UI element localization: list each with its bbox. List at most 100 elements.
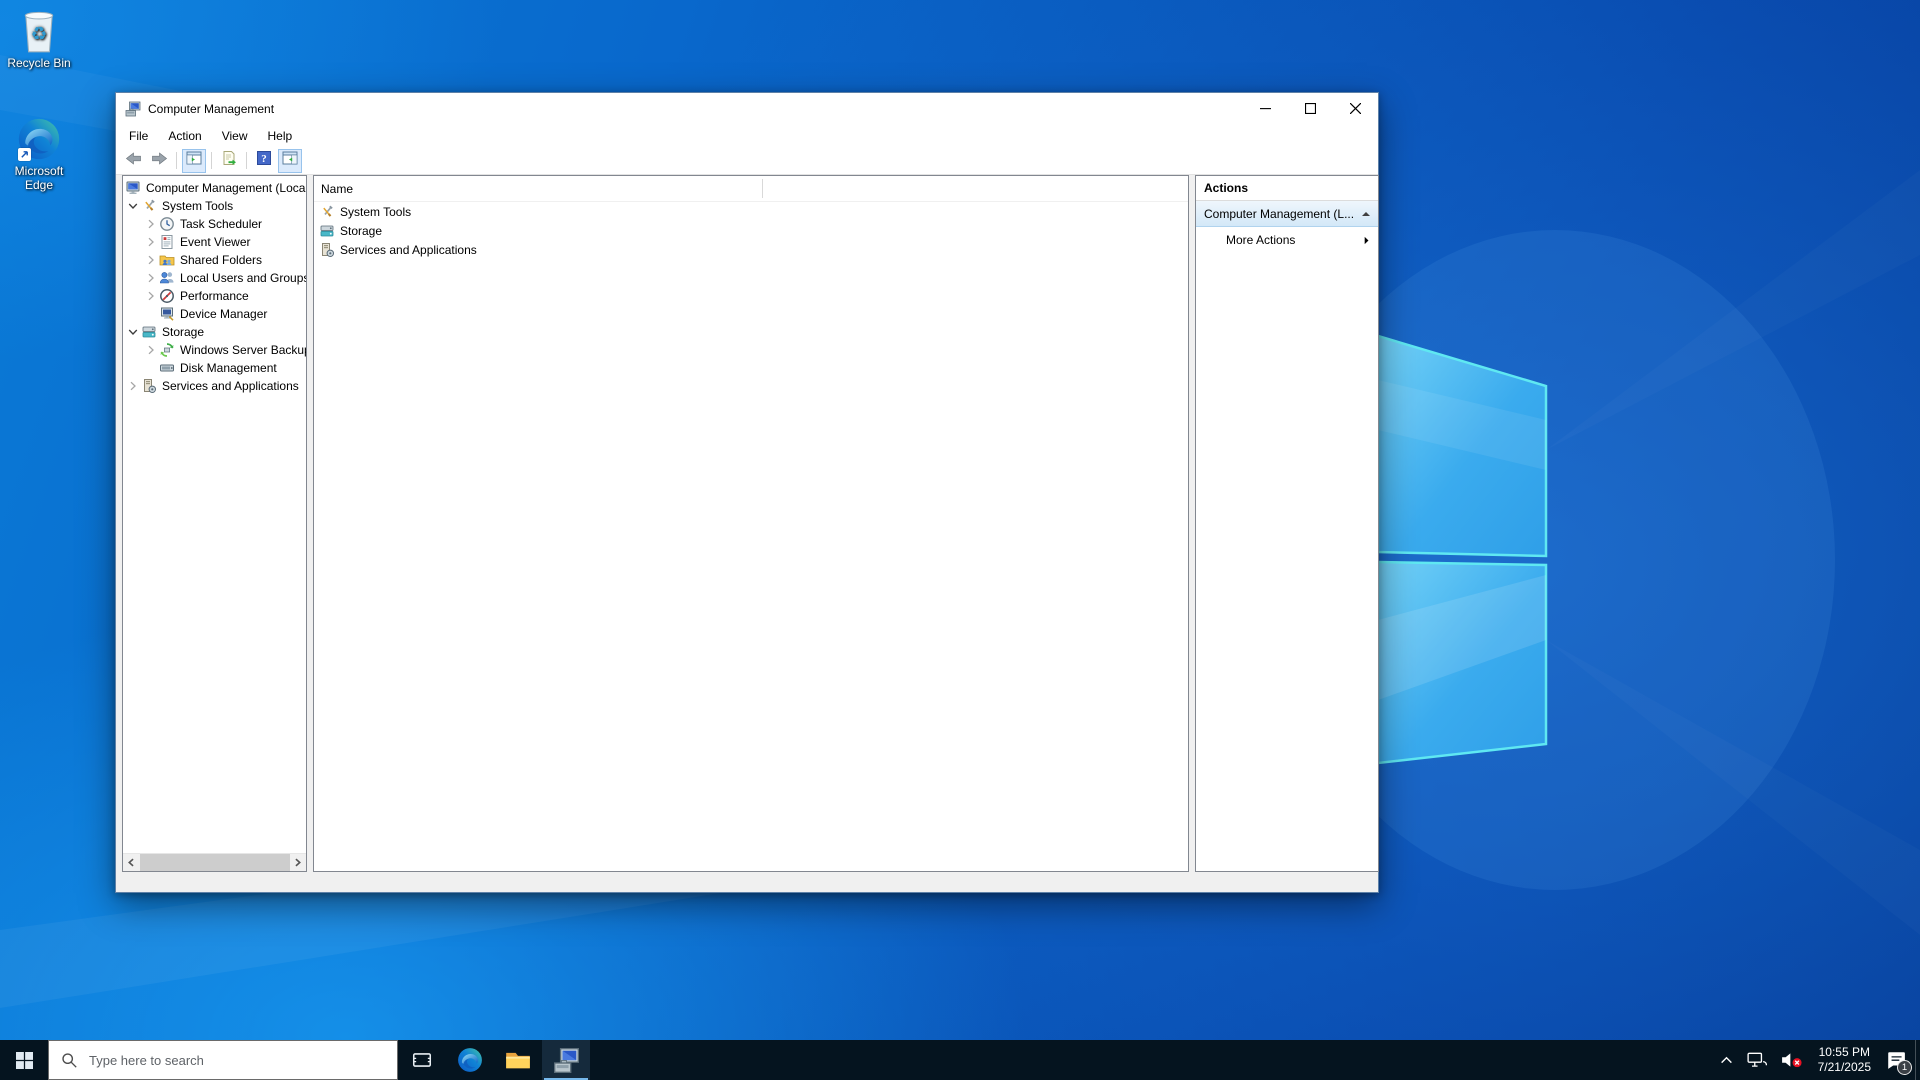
column-header-name[interactable]: Name: [321, 182, 353, 196]
tree-item[interactable]: Storage: [123, 323, 306, 341]
expand-arrow-icon[interactable]: [143, 216, 159, 232]
taskbar-edge-button[interactable]: [446, 1040, 494, 1080]
tree-item[interactable]: Task Scheduler: [123, 215, 306, 233]
tree-item[interactable]: Disk Management: [123, 359, 306, 377]
tree-item-label: Shared Folders: [180, 253, 263, 267]
desktop-icon-label: Microsoft Edge: [14, 164, 64, 192]
taskbar-task-view-button[interactable]: [398, 1040, 446, 1080]
taskbar-file-explorer-button[interactable]: [494, 1040, 542, 1080]
tree-item[interactable]: Computer Management (Local): [123, 179, 306, 197]
computer-management-window: Computer Management File Action View Help ?…: [115, 92, 1379, 893]
chevron-left-icon: [128, 858, 134, 867]
minimize-button[interactable]: [1243, 93, 1288, 124]
console-tree: Computer Management (Local) System Tools T…: [123, 176, 306, 395]
help-button[interactable]: ?: [252, 149, 276, 173]
tree-item-label: Computer Management (Local): [146, 181, 307, 195]
search-input[interactable]: [49, 1041, 397, 1079]
tree-item[interactable]: Performance: [123, 287, 306, 305]
expand-arrow-icon[interactable]: [143, 270, 159, 286]
details-list-panel: Name System Tools Storage Services and App…: [313, 175, 1189, 872]
storage-icon: [141, 324, 157, 340]
export-list-button[interactable]: [217, 149, 241, 173]
network-icon: [1747, 1052, 1767, 1067]
show-desktop-button[interactable]: [1915, 1040, 1920, 1080]
list-item-label: Storage: [340, 223, 383, 238]
details-list: System Tools Storage Services and Applicat…: [314, 202, 1188, 259]
maximize-icon: [1305, 103, 1316, 114]
scroll-left-button[interactable]: [123, 854, 140, 871]
expand-arrow-icon[interactable]: [143, 288, 159, 304]
device-manager-icon: [159, 306, 175, 322]
title-bar[interactable]: Computer Management: [116, 93, 1378, 124]
chevron-up-icon: [1720, 1056, 1732, 1063]
expand-arrow-icon[interactable]: [143, 252, 159, 268]
scroll-right-button[interactable]: [289, 854, 306, 871]
column-divider[interactable]: [762, 179, 763, 198]
menu-action[interactable]: Action: [158, 126, 211, 146]
horizontal-scrollbar[interactable]: [123, 853, 306, 871]
list-column-header[interactable]: Name: [314, 176, 1188, 202]
system-tray: 10:55 PM 7/21/2025 1: [1713, 1040, 1916, 1080]
expand-arrow-icon[interactable]: [125, 378, 141, 394]
expand-arrow-placeholder: [143, 306, 159, 322]
more-actions-item[interactable]: More Actions: [1196, 227, 1378, 253]
shared-folders-icon: [159, 252, 175, 268]
taskbar-search-box[interactable]: [48, 1040, 398, 1080]
export-list-icon: [221, 150, 237, 171]
desktop-icon-microsoft-edge[interactable]: Microsoft Edge: [0, 116, 78, 192]
taskbar-computer-management-button[interactable]: [542, 1040, 590, 1080]
taskbar: 10:55 PM 7/21/2025 1: [0, 1040, 1920, 1080]
tray-volume-muted[interactable]: [1774, 1040, 1810, 1080]
computer-management-icon: [125, 101, 141, 117]
tray-network[interactable]: [1740, 1040, 1774, 1080]
minimize-icon: [1260, 108, 1271, 110]
tree-item-label: Event Viewer: [180, 235, 251, 249]
tree-item-label: Device Manager: [180, 307, 268, 321]
expand-arrow-icon[interactable]: [143, 342, 159, 358]
help-icon: ?: [256, 150, 272, 171]
forward-button[interactable]: [147, 149, 171, 173]
tree-item[interactable]: System Tools: [123, 197, 306, 215]
tree-item[interactable]: Local Users and Groups: [123, 269, 306, 287]
show-console-tree-button[interactable]: [182, 148, 206, 173]
backup-icon: [159, 342, 175, 358]
tree-item[interactable]: Event Viewer: [123, 233, 306, 251]
svg-text:?: ?: [261, 153, 267, 165]
action-center-button[interactable]: 1: [1879, 1040, 1916, 1080]
console-tree-panel: Computer Management (Local) System Tools T…: [122, 175, 307, 872]
back-button[interactable]: [121, 149, 145, 173]
menu-file[interactable]: File: [119, 126, 158, 146]
scrollbar-thumb[interactable]: [140, 854, 290, 871]
close-button[interactable]: [1333, 93, 1378, 124]
toolbar: ?: [116, 147, 1378, 175]
tree-item[interactable]: Services and Applications: [123, 377, 306, 395]
maximize-button[interactable]: [1288, 93, 1333, 124]
expand-arrow-icon[interactable]: [125, 324, 141, 340]
notification-badge: 1: [1897, 1060, 1912, 1075]
scrollbar-track[interactable]: [140, 854, 290, 871]
taskbar-clock[interactable]: 10:55 PM 7/21/2025: [1810, 1045, 1879, 1075]
list-item[interactable]: Storage: [314, 221, 1188, 240]
list-item[interactable]: Services and Applications: [314, 240, 1188, 259]
actions-section-header[interactable]: Computer Management (L...: [1196, 201, 1378, 227]
tree-item[interactable]: Shared Folders: [123, 251, 306, 269]
performance-icon: [159, 288, 175, 304]
show-action-pane-icon: [282, 150, 298, 171]
tree-item[interactable]: Windows Server Backup: [123, 341, 306, 359]
desktop-icon-recycle-bin[interactable]: ♻ Recycle Bin: [0, 8, 78, 70]
menu-help[interactable]: Help: [258, 126, 303, 146]
menu-view[interactable]: View: [212, 126, 258, 146]
start-button[interactable]: [0, 1040, 48, 1080]
toolbar-separator: [246, 152, 247, 169]
expand-arrow-icon[interactable]: [125, 198, 141, 214]
show-action-pane-button[interactable]: [278, 148, 302, 173]
list-item[interactable]: System Tools: [314, 202, 1188, 221]
tree-item-label: Task Scheduler: [180, 217, 263, 231]
tree-item[interactable]: Device Manager: [123, 305, 306, 323]
services-icon: [319, 242, 335, 258]
computer-management-icon: [125, 101, 141, 117]
expand-arrow-icon[interactable]: [143, 234, 159, 250]
collapse-up-icon[interactable]: [1361, 209, 1371, 219]
tray-chevron-up[interactable]: [1713, 1040, 1740, 1080]
actions-panel-title: Actions: [1196, 176, 1378, 201]
